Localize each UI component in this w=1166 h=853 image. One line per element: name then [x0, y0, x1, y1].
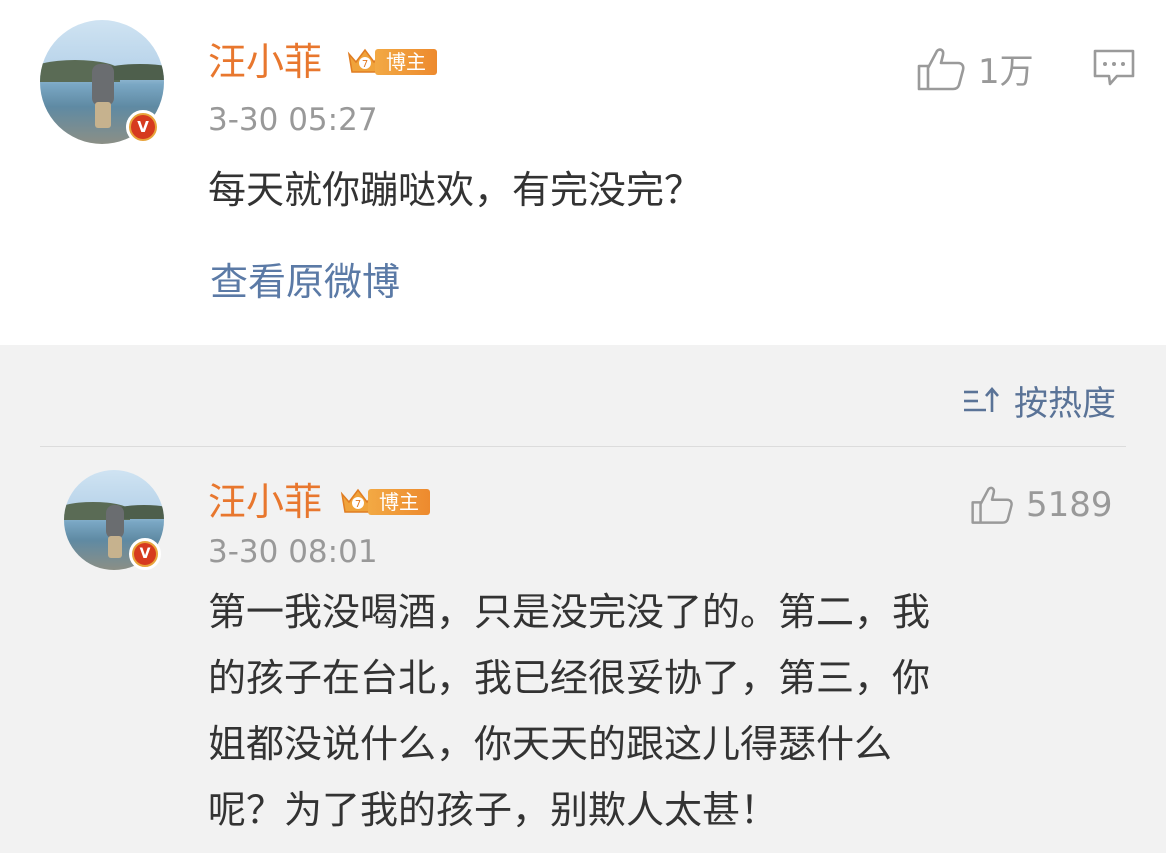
verified-v-icon: V: [126, 110, 160, 144]
svg-text:7: 7: [362, 59, 368, 70]
reply-text-line: 的孩子在台北，我已经很妥协了，第三，你: [208, 656, 931, 700]
reply-text-line: 姐都没说什么，你天天的跟这儿得瑟什么: [208, 722, 893, 766]
divider: [40, 446, 1126, 447]
verified-v-icon: V: [129, 538, 161, 570]
comment-icon[interactable]: [1092, 48, 1136, 88]
timestamp: 3-30 08:01: [208, 534, 378, 570]
blogger-label: 博主: [375, 49, 437, 75]
like-button[interactable]: 1万: [916, 44, 1034, 93]
like-button[interactable]: 5189: [970, 484, 1113, 526]
comment-text: 每天就你蹦哒欢，有完没完？: [208, 168, 703, 212]
view-original-link[interactable]: 查看原微博: [210, 260, 400, 304]
like-count: 1万: [978, 52, 1034, 92]
blogger-label: 博主: [368, 489, 430, 515]
thumbs-up-icon: [971, 486, 1013, 524]
username[interactable]: 汪小菲: [208, 480, 322, 524]
original-comment-card: V 汪小菲 7 博主 3-30 05:27 每天就你蹦哒欢，有完没完？ 查看原微…: [0, 0, 1166, 345]
username[interactable]: 汪小菲: [208, 40, 322, 84]
timestamp: 3-30 05:27: [208, 102, 378, 138]
sort-icon: [964, 386, 999, 412]
reply-text-line: 第一我没喝酒，只是没完没了的。第二，我: [208, 590, 931, 634]
thumbs-up-icon: [917, 47, 965, 90]
sort-label: 按热度: [1014, 384, 1116, 424]
reply-text-line: 呢？为了我的孩子，别欺人太甚！: [208, 788, 779, 832]
like-count: 5189: [1026, 485, 1113, 525]
sort-by-hot-button[interactable]: 按热度: [962, 376, 1116, 425]
svg-text:7: 7: [355, 499, 361, 510]
